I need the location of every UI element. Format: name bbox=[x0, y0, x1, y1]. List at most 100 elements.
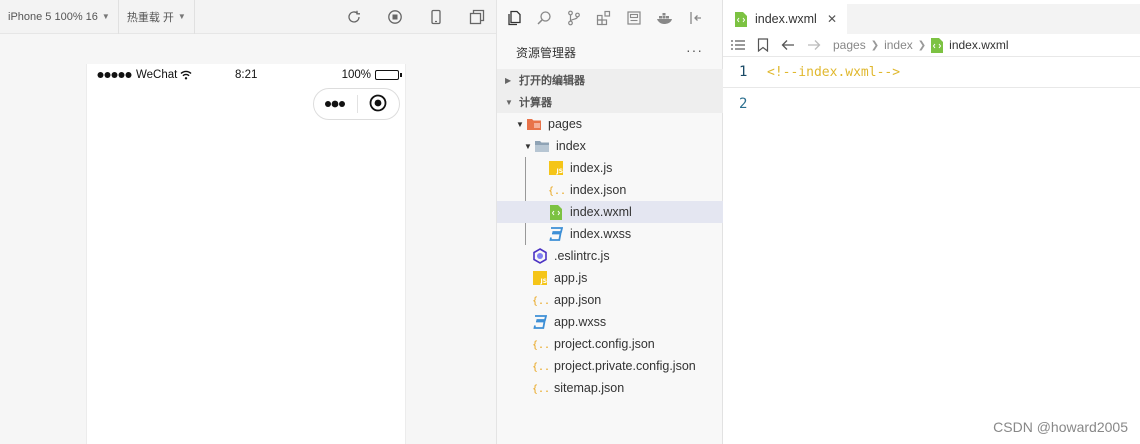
tree-item-label: project.config.json bbox=[554, 337, 655, 351]
hot-reload-select[interactable]: 热重载 开 ▼ bbox=[119, 0, 195, 34]
layout-icon[interactable] bbox=[626, 10, 642, 29]
tree-item-label: sitemap.json bbox=[554, 381, 625, 395]
hot-reload-label: 热重载 开 bbox=[126, 11, 174, 24]
tree-item-project-config[interactable]: {..} project.config.json bbox=[497, 333, 723, 355]
forward-arrow-icon[interactable] bbox=[807, 39, 821, 51]
status-battery: 100% bbox=[342, 69, 402, 81]
code-text: <!--index.wxml--> bbox=[767, 65, 900, 80]
tree-item-label: index.wxss bbox=[570, 227, 632, 241]
status-bar: WeChat 8:21 100% bbox=[87, 64, 407, 86]
more-dots-icon[interactable] bbox=[324, 97, 346, 111]
simulator-pane: iPhone 5 100% 16 ▼ 热重载 开 ▼ WeChat 8:21 1… bbox=[0, 0, 497, 444]
refresh-icon[interactable] bbox=[345, 8, 363, 26]
docker-icon[interactable] bbox=[656, 10, 674, 29]
tree-item-index-wxss[interactable]: index.wxss bbox=[497, 223, 723, 245]
extensions-icon[interactable] bbox=[596, 10, 612, 29]
phone-screen[interactable]: WeChat 8:21 100% bbox=[86, 64, 406, 444]
breadcrumb-item[interactable]: index.wxml bbox=[949, 38, 1008, 52]
chevron-down-icon: ▼ bbox=[505, 97, 513, 107]
bookmark-icon[interactable] bbox=[757, 38, 769, 52]
battery-icon bbox=[375, 70, 402, 80]
breadcrumb-item[interactable]: pages bbox=[833, 38, 866, 52]
svg-text:JS: JS bbox=[540, 278, 548, 285]
device-select-label: iPhone 5 100% 16 bbox=[8, 10, 98, 23]
svg-text:{..}: {..} bbox=[532, 296, 548, 307]
chevron-right-icon: ❯ bbox=[870, 39, 880, 51]
panel-icon[interactable] bbox=[688, 10, 704, 29]
source-control-icon[interactable] bbox=[566, 10, 582, 29]
css-file-icon bbox=[548, 226, 564, 242]
tree-item-app-wxss[interactable]: app.wxss bbox=[497, 311, 723, 333]
wxml-file-icon bbox=[735, 11, 747, 27]
tree-item-project-private-config[interactable]: {..} project.private.config.json bbox=[497, 355, 723, 377]
js-file-icon: JS bbox=[532, 270, 548, 286]
close-icon[interactable]: ✕ bbox=[827, 12, 837, 26]
line-number: 2 bbox=[739, 96, 748, 112]
wifi-icon bbox=[180, 70, 192, 80]
more-actions-button[interactable]: ··· bbox=[686, 42, 703, 58]
files-icon[interactable] bbox=[506, 10, 522, 29]
activity-bar bbox=[497, 4, 723, 34]
code-editor[interactable]: 1 <!--index.wxml--> 2 bbox=[723, 56, 1140, 444]
device-select[interactable]: iPhone 5 100% 16 ▼ bbox=[0, 0, 119, 34]
tree-item-label: .eslintrc.js bbox=[554, 249, 610, 263]
json-file-icon: {..} bbox=[532, 336, 548, 352]
tree-item-label: pages bbox=[548, 117, 583, 131]
tree-item-label: index.js bbox=[570, 161, 613, 175]
chevron-down-icon: ▼ bbox=[101, 12, 110, 21]
simulator-toolbar: iPhone 5 100% 16 ▼ 热重载 开 ▼ bbox=[0, 0, 496, 34]
search-icon[interactable] bbox=[536, 10, 552, 29]
code-comment: <!--index.wxml--> bbox=[767, 64, 901, 80]
status-carrier: WeChat bbox=[97, 69, 192, 81]
json-file-icon: {..} bbox=[548, 182, 564, 198]
chevron-right-icon: ▶ bbox=[505, 75, 512, 85]
tree-item-app-json[interactable]: {..} app.json bbox=[497, 289, 723, 311]
stop-icon[interactable] bbox=[386, 8, 404, 26]
list-icon[interactable] bbox=[731, 39, 745, 51]
svg-text:JS: JS bbox=[556, 168, 564, 175]
tree-item-eslintrc[interactable]: .eslintrc.js bbox=[497, 245, 723, 267]
tree-item-label: project.private.config.json bbox=[554, 359, 696, 373]
section-open-editors[interactable]: ▶ 打开的编辑器 bbox=[497, 69, 723, 91]
tab-index-wxml[interactable]: index.wxml ✕ bbox=[723, 4, 847, 34]
tree-item-pages[interactable]: ▼ pages bbox=[497, 113, 723, 135]
line-number: 1 bbox=[739, 64, 748, 80]
back-arrow-icon[interactable] bbox=[781, 39, 795, 51]
chevron-down-icon: ▼ bbox=[516, 119, 524, 129]
json-file-icon: {..} bbox=[532, 380, 548, 396]
tree-item-index-wxml[interactable]: index.wxml bbox=[497, 201, 723, 223]
tree-item-label: index bbox=[556, 139, 586, 153]
svg-text:{..}: {..} bbox=[532, 384, 548, 395]
tree-item-label: index.json bbox=[570, 183, 627, 197]
tree-item-index-folder[interactable]: ▼ index bbox=[497, 135, 723, 157]
chevron-down-icon: ▼ bbox=[524, 141, 532, 151]
wxml-file-icon bbox=[931, 37, 944, 53]
phone-icon[interactable] bbox=[427, 8, 445, 26]
breadcrumb-item[interactable]: index bbox=[884, 38, 913, 52]
tree-item-index-json[interactable]: {..} index.json bbox=[497, 179, 723, 201]
watermark: CSDN @howard2005 bbox=[993, 419, 1128, 435]
code-line: 1 <!--index.wxml--> bbox=[723, 56, 1140, 88]
json-file-icon: {..} bbox=[532, 358, 548, 374]
chevron-right-icon: ❯ bbox=[917, 39, 927, 51]
css-file-icon bbox=[532, 314, 548, 330]
editor-pane: index.wxml ✕ pages ❯ index ❯ index.wxml … bbox=[723, 0, 1140, 444]
js-file-icon: JS bbox=[548, 160, 564, 176]
tree-item-index-js[interactable]: JS index.js bbox=[497, 157, 723, 179]
tab-label: index.wxml bbox=[755, 12, 817, 26]
signal-dots-icon bbox=[97, 72, 132, 78]
tree-item-label: app.js bbox=[554, 271, 588, 285]
capsule-close-icon[interactable] bbox=[369, 94, 387, 115]
tree-item-label: index.wxml bbox=[570, 205, 632, 219]
eslint-file-icon bbox=[532, 248, 548, 264]
section-workspace[interactable]: ▼ 计算器 bbox=[497, 91, 723, 113]
window-icon[interactable] bbox=[468, 8, 486, 26]
tree-item-app-js[interactable]: JS app.js bbox=[497, 267, 723, 289]
section-workspace-label: 计算器 bbox=[519, 97, 552, 109]
explorer-title: 资源管理器 bbox=[516, 45, 577, 60]
tree-item-sitemap[interactable]: {..} sitemap.json bbox=[497, 377, 723, 399]
carrier-label: WeChat bbox=[136, 69, 178, 81]
folder-pages-icon bbox=[526, 116, 542, 132]
wxml-file-icon bbox=[548, 204, 564, 220]
simulator-toolbar-icons bbox=[345, 0, 486, 34]
